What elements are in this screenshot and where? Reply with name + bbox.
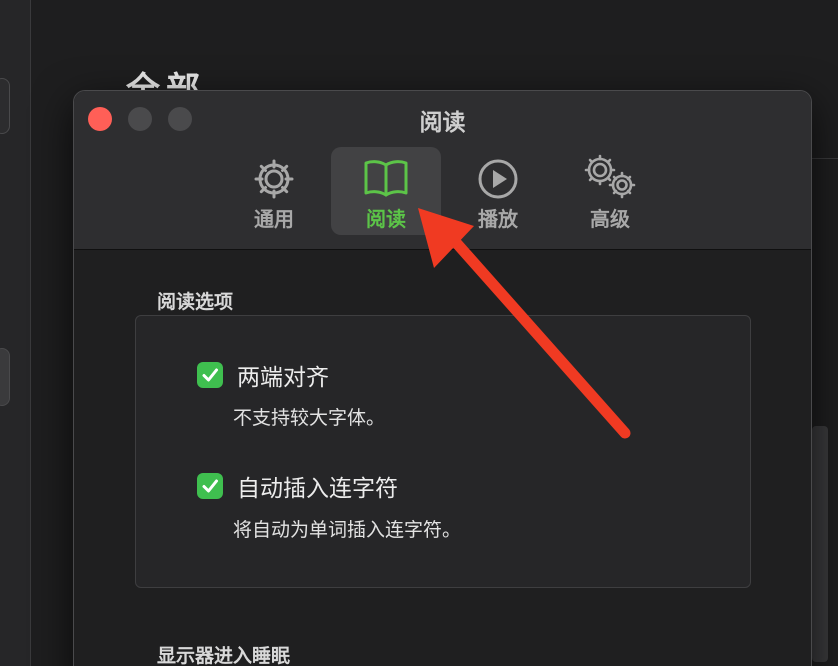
tab-advanced[interactable]: 高级 — [555, 147, 665, 235]
background-sidebar-tab — [0, 78, 10, 134]
hyphenation-description: 将自动为单词插入连字符。 — [233, 519, 462, 541]
hyphenation-label[interactable]: 自动插入连字符 — [237, 469, 398, 503]
tab-advanced-label: 高级 — [590, 207, 630, 231]
background-divider — [810, 158, 838, 159]
gears-icon — [584, 154, 636, 199]
play-circle-icon — [478, 159, 518, 199]
display-sleep-heading: 显示器进入睡眠 — [157, 645, 291, 666]
checkmark-icon — [202, 479, 218, 493]
preferences-window: 阅读 通用 阅读 播放 高级 阅读选项 两端对齐 不支持较大字体。 自动插入连字… — [73, 90, 812, 666]
justify-description: 不支持较大字体。 — [233, 407, 386, 429]
tab-playback[interactable]: 播放 — [443, 147, 553, 235]
gear-icon — [254, 159, 294, 199]
hyphenation-checkbox[interactable] — [197, 473, 223, 499]
tab-reading[interactable]: 阅读 — [331, 147, 441, 235]
reading-options-group: 两端对齐 不支持较大字体。 自动插入连字符 将自动为单词插入连字符。 — [135, 315, 751, 588]
tab-general[interactable]: 通用 — [219, 147, 329, 235]
window-title: 阅读 — [419, 110, 466, 136]
reading-options-heading: 阅读选项 — [157, 291, 234, 313]
justify-checkbox[interactable] — [197, 362, 223, 388]
tab-general-label: 通用 — [254, 207, 294, 231]
justify-label[interactable]: 两端对齐 — [237, 358, 329, 392]
tab-playback-label: 播放 — [478, 207, 518, 231]
screen: 全部 阅读 通用 — [0, 0, 838, 666]
background-sidebar-tab — [0, 348, 10, 406]
tab-reading-label: 阅读 — [366, 207, 406, 231]
background-scrollbar[interactable] — [812, 426, 828, 662]
checkmark-icon — [202, 368, 218, 382]
book-icon — [364, 160, 408, 197]
window-toolbar: 阅读 通用 阅读 播放 高级 — [74, 91, 811, 250]
